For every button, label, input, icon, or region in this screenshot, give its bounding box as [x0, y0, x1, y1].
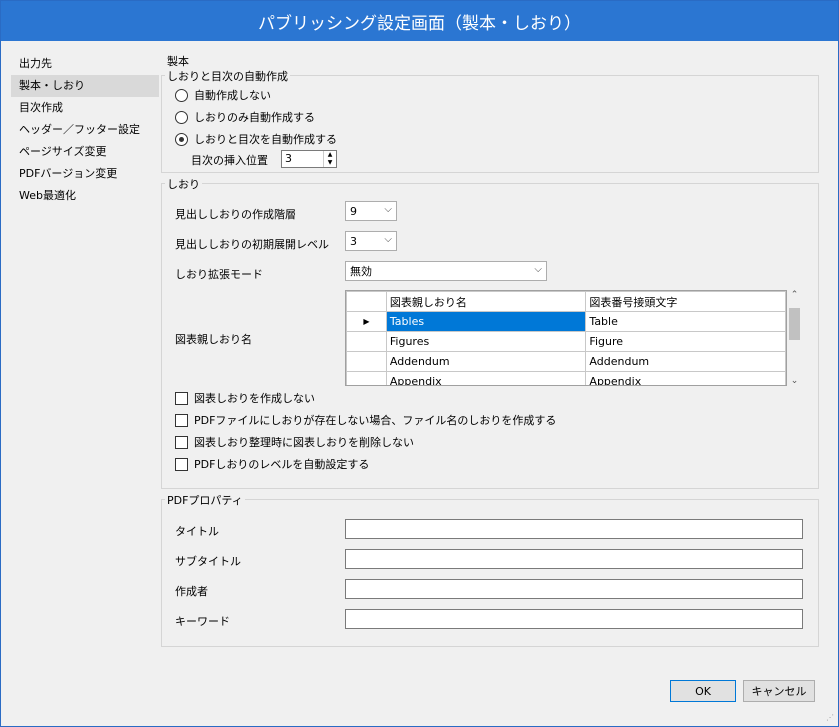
- resize-grip-icon[interactable]: ⋰: [826, 713, 834, 722]
- chevron-down-icon: ⌵: [384, 234, 392, 245]
- window-title: パブリッシング設定画面（製本・しおり）: [258, 13, 581, 34]
- ext-mode-select[interactable]: 無効 ⌵: [345, 261, 547, 281]
- table-row[interactable]: ▶ Tables Table: [346, 311, 786, 332]
- toc-position-stepper[interactable]: 3 ▲ ▼: [281, 150, 337, 168]
- table-row[interactable]: Addendum Addendum: [346, 351, 786, 372]
- heading-level-label: 見出ししおりの作成階層: [175, 208, 296, 221]
- figure-bookmark-table[interactable]: 図表親しおり名 図表番号接頭文字 ▶ Tables Table Figures …: [345, 290, 787, 386]
- ext-mode-label: しおり拡張モード: [175, 268, 263, 281]
- pdf-subtitle-input[interactable]: [345, 549, 803, 569]
- checkbox-filename-bookmark[interactable]: PDFファイルにしおりが存在しない場合、ファイル名のしおりを作成する: [175, 411, 556, 429]
- ext-mode-value: 無効: [350, 265, 372, 278]
- chevron-down-icon: ⌵: [384, 204, 392, 215]
- toc-position-value[interactable]: 3: [282, 151, 323, 167]
- section-title: 製本: [167, 55, 189, 68]
- table-header-row: 図表親しおり名 図表番号接頭文字: [346, 291, 786, 312]
- figure-label: 図表親しおり名: [175, 333, 252, 346]
- sidebar-nav: 出力先 製本・しおり 目次作成 ヘッダー／フッター設定 ページサイズ変更 PDF…: [11, 53, 159, 207]
- radio-label: しおりと目次を自動作成する: [194, 133, 337, 146]
- pdf-keywords-label: キーワード: [175, 615, 230, 628]
- table-cell[interactable]: Appendix: [385, 371, 587, 385]
- pdf-author-label: 作成者: [175, 585, 208, 598]
- column-header[interactable]: 図表番号接頭文字: [585, 291, 786, 312]
- expand-level-label: 見出ししおりの初期展開レベル: [175, 238, 329, 251]
- main-panel: 製本 しおりと目次の自動作成 自動作成しない しおりのみ自動作成する しおりと目…: [159, 51, 823, 651]
- sidebar-item-pdf-version[interactable]: PDFバージョン変更: [11, 163, 159, 185]
- table-cell[interactable]: Figure: [585, 331, 786, 352]
- pdf-keywords-input[interactable]: [345, 609, 803, 629]
- radio-button[interactable]: [175, 88, 188, 102]
- scroll-thumb[interactable]: [789, 308, 800, 340]
- checkbox-label: 図表しおり整理時に図表しおりを削除しない: [194, 436, 414, 449]
- radio-button[interactable]: [175, 132, 188, 146]
- radio-no-auto[interactable]: 自動作成しない: [175, 86, 271, 104]
- sidebar-item-page-size[interactable]: ページサイズ変更: [11, 141, 159, 163]
- checkbox-auto-level[interactable]: PDFしおりのレベルを自動設定する: [175, 455, 369, 473]
- dialog-window: パブリッシング設定画面（製本・しおり） 出力先 製本・しおり 目次作成 ヘッダー…: [0, 0, 839, 727]
- pdf-title-label: タイトル: [175, 525, 219, 538]
- bookmark-group-title: しおり: [165, 176, 202, 192]
- scroll-down-icon[interactable]: ⌄: [787, 376, 802, 386]
- row-pointer-icon[interactable]: ▶: [346, 311, 387, 332]
- table-cell[interactable]: Addendum: [585, 351, 786, 372]
- checkbox-keep-figure-bookmarks[interactable]: 図表しおり整理時に図表しおりを削除しない: [175, 433, 414, 451]
- row-header[interactable]: [346, 371, 387, 385]
- row-header-corner: [346, 291, 387, 312]
- sidebar-item-output[interactable]: 出力先: [11, 53, 159, 75]
- spin-down-icon[interactable]: ▼: [324, 159, 336, 167]
- sidebar-item-toc[interactable]: 目次作成: [11, 97, 159, 119]
- scroll-up-icon[interactable]: ⌃: [787, 290, 802, 300]
- expand-level-select[interactable]: 3 ⌵: [345, 231, 397, 251]
- checkbox-label: 図表しおりを作成しない: [194, 392, 315, 405]
- checkbox[interactable]: [175, 457, 188, 471]
- table-cell[interactable]: Addendum: [385, 351, 587, 372]
- expand-level-value: 3: [350, 234, 357, 248]
- auto-create-group-title: しおりと目次の自動作成: [165, 68, 290, 84]
- checkbox[interactable]: [175, 413, 188, 427]
- sidebar-item-binding-bookmarks[interactable]: 製本・しおり: [11, 75, 159, 97]
- radio-button[interactable]: [175, 110, 188, 124]
- heading-level-select[interactable]: 9 ⌵: [345, 201, 397, 221]
- checkbox[interactable]: [175, 391, 188, 405]
- column-header[interactable]: 図表親しおり名: [385, 291, 587, 312]
- checkbox[interactable]: [175, 435, 188, 449]
- pdf-title-input[interactable]: [345, 519, 803, 539]
- radio-label: しおりのみ自動作成する: [194, 111, 315, 124]
- spin-up-icon[interactable]: ▲: [324, 151, 336, 159]
- chevron-down-icon: ⌵: [534, 264, 542, 275]
- checkbox-no-figure-bookmarks[interactable]: 図表しおりを作成しない: [175, 389, 315, 407]
- table-cell[interactable]: Tables: [385, 311, 587, 332]
- radio-bookmarks-only[interactable]: しおりのみ自動作成する: [175, 108, 315, 126]
- table-cell[interactable]: Table: [585, 311, 786, 332]
- table-cell[interactable]: Appendix: [585, 371, 786, 385]
- checkbox-label: PDFファイルにしおりが存在しない場合、ファイル名のしおりを作成する: [194, 414, 557, 427]
- ok-button[interactable]: OK: [670, 680, 736, 702]
- sidebar-item-web-optimize[interactable]: Web最適化: [11, 185, 159, 207]
- cancel-button[interactable]: キャンセル: [743, 680, 815, 702]
- table-scrollbar[interactable]: ⌃ ⌄: [787, 290, 802, 386]
- title-bar: パブリッシング設定画面（製本・しおり）: [1, 1, 838, 41]
- row-header[interactable]: [346, 331, 387, 352]
- heading-level-value: 9: [350, 204, 357, 218]
- toc-position-label: 目次の挿入位置: [191, 154, 268, 167]
- radio-bookmarks-and-toc[interactable]: しおりと目次を自動作成する: [175, 130, 337, 148]
- row-header[interactable]: [346, 351, 387, 372]
- pdf-subtitle-label: サブタイトル: [175, 555, 241, 568]
- table-cell[interactable]: Figures: [385, 331, 587, 352]
- checkbox-label: PDFしおりのレベルを自動設定する: [194, 458, 370, 471]
- pdf-properties-title: PDFプロパティ: [165, 492, 245, 508]
- table-row[interactable]: Appendix Appendix: [346, 371, 786, 385]
- table-row[interactable]: Figures Figure: [346, 331, 786, 352]
- sidebar-item-header-footer[interactable]: ヘッダー／フッター設定: [11, 119, 159, 141]
- radio-label: 自動作成しない: [194, 89, 271, 102]
- pdf-author-input[interactable]: [345, 579, 803, 599]
